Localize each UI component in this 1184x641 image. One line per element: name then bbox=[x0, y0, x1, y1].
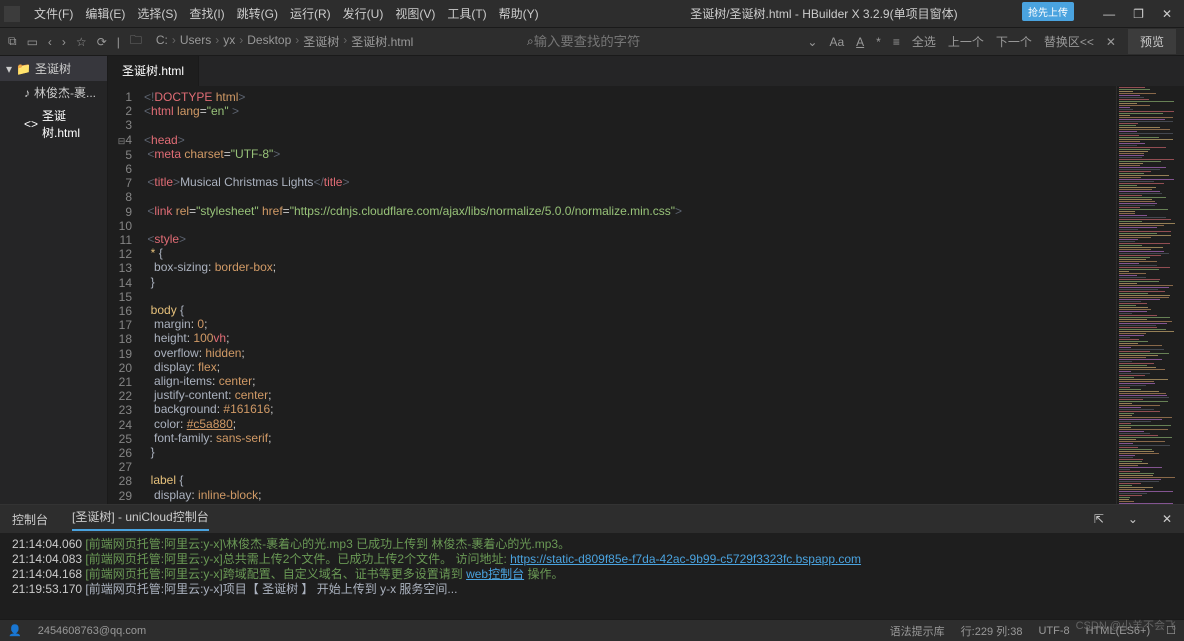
tab-file[interactable]: 圣诞树.html bbox=[108, 56, 199, 86]
menu-item[interactable]: 查找(I) bbox=[183, 7, 230, 21]
menu-item[interactable]: 跳转(G) bbox=[231, 7, 284, 21]
crumb[interactable]: C: bbox=[156, 33, 168, 50]
crumb[interactable]: 圣诞树.html bbox=[351, 33, 413, 50]
console-output[interactable]: 21:14:04.060 [前端网页托管:阿里云:y-x]\林俊杰-裹着心的光.… bbox=[0, 533, 1184, 619]
case-icon[interactable]: Aa bbox=[829, 35, 844, 49]
music-icon: ♪ bbox=[24, 86, 30, 100]
main-area: ▾ 📁 圣诞树 ♪ 林俊杰-裹... <> 圣诞树.html 圣诞树.html … bbox=[0, 56, 1184, 504]
more-icon[interactable]: ≡ bbox=[893, 35, 900, 49]
console-new-icon[interactable]: ⇱ bbox=[1094, 512, 1104, 526]
statusbar: 👤 2454608763@qq.com 语法提示库 行:229 列:38 UTF… bbox=[0, 619, 1184, 641]
expand-icon: ▾ bbox=[6, 62, 12, 76]
menu-item[interactable]: 帮助(Y) bbox=[493, 7, 545, 21]
window-title: 圣诞树/圣诞树.html - HBuilder X 3.2.9(单项目窗体) bbox=[545, 5, 1104, 22]
user-icon: 👤 bbox=[8, 624, 22, 637]
close-search-icon[interactable]: ✕ bbox=[1106, 35, 1116, 49]
console-tab-unicloud[interactable]: [圣诞树] - uniCloud控制台 bbox=[72, 508, 209, 531]
status-enc[interactable]: UTF-8 bbox=[1038, 625, 1069, 637]
tabs: 圣诞树.html bbox=[108, 56, 1184, 86]
breadcrumb[interactable]: C:›Users›yx›Desktop›圣诞树›圣诞树.html bbox=[156, 33, 413, 50]
app-logo bbox=[4, 6, 20, 22]
crumb[interactable]: yx bbox=[223, 33, 235, 50]
menu-item[interactable]: 工具(T) bbox=[441, 7, 492, 21]
preview-button[interactable]: 预览 bbox=[1128, 29, 1176, 54]
console-min-icon[interactable]: ⌄ bbox=[1128, 512, 1138, 526]
code-icon: <> bbox=[24, 117, 38, 131]
refresh-icon[interactable]: ⟳ bbox=[97, 35, 107, 49]
menu-item[interactable]: 编辑(E) bbox=[79, 7, 131, 21]
menu-item[interactable]: 选择(S) bbox=[131, 7, 183, 21]
folder-icon: 📁 bbox=[16, 62, 31, 76]
sidebar-item-label: 林俊杰-裹... bbox=[34, 84, 96, 101]
code-editor[interactable]: <!DOCTYPE html><html lang="en" > <head> … bbox=[138, 86, 1116, 504]
nav-fwd-icon[interactable]: › bbox=[62, 35, 66, 49]
status-email[interactable]: 2454608763@qq.com bbox=[38, 625, 146, 637]
menubar: 文件(F)编辑(E)选择(S)查找(I)跳转(G)运行(R)发行(U)视图(V)… bbox=[0, 0, 1184, 28]
menu-item[interactable]: 运行(R) bbox=[284, 7, 337, 21]
sidebar-item-html[interactable]: <> 圣诞树.html bbox=[0, 104, 107, 144]
console-close-icon[interactable]: ✕ bbox=[1162, 512, 1172, 526]
console-tab[interactable]: 控制台 bbox=[12, 511, 48, 528]
replace-button[interactable]: 替换区<< bbox=[1044, 33, 1094, 50]
minimap[interactable] bbox=[1116, 86, 1184, 504]
window-minimize-icon[interactable]: — bbox=[1103, 7, 1115, 21]
word-icon[interactable]: A bbox=[856, 35, 864, 49]
sidebar-root[interactable]: ▾ 📁 圣诞树 bbox=[0, 56, 107, 81]
sidebar: ▾ 📁 圣诞树 ♪ 林俊杰-裹... <> 圣诞树.html bbox=[0, 56, 108, 504]
prev-button[interactable]: 上一个 bbox=[948, 33, 984, 50]
line-gutter: 123⊟456789101112131415161718192021222324… bbox=[108, 86, 138, 504]
regex-icon[interactable]: * bbox=[876, 35, 881, 49]
crumb[interactable]: Desktop bbox=[247, 33, 291, 50]
nav-back-icon[interactable]: ‹ bbox=[48, 35, 52, 49]
new-window-icon[interactable]: ⧉ bbox=[8, 34, 17, 49]
menu-item[interactable]: 发行(U) bbox=[337, 7, 390, 21]
next-button[interactable]: 下一个 bbox=[996, 33, 1032, 50]
watermark: CSDN @小羊不会飞 bbox=[1076, 617, 1176, 633]
sidebar-item-audio[interactable]: ♪ 林俊杰-裹... bbox=[0, 81, 107, 104]
divider: | bbox=[117, 35, 120, 49]
upload-badge[interactable]: 抢先上传 bbox=[1022, 2, 1074, 21]
search-input[interactable] bbox=[534, 34, 694, 49]
menu-item[interactable]: 文件(F) bbox=[28, 7, 79, 21]
status-pos[interactable]: 行:229 列:38 bbox=[961, 623, 1023, 639]
toolbar: ⧉ ▭ ‹ › ☆ ⟳ | 🗀 C:›Users›yx›Desktop›圣诞树›… bbox=[0, 28, 1184, 56]
select-all-button[interactable]: 全选 bbox=[912, 33, 936, 50]
new-file-icon[interactable]: ▭ bbox=[27, 35, 38, 49]
window-close-icon[interactable]: ✕ bbox=[1162, 7, 1172, 21]
sidebar-item-label: 圣诞树.html bbox=[42, 107, 101, 141]
crumb[interactable]: 圣诞树 bbox=[303, 33, 339, 50]
window-maximize-icon[interactable]: ❐ bbox=[1133, 7, 1144, 21]
star-icon[interactable]: ☆ bbox=[76, 35, 87, 49]
menu-item[interactable]: 视图(V) bbox=[389, 7, 441, 21]
search-icon: ⌕ bbox=[527, 34, 534, 49]
sidebar-root-label: 圣诞树 bbox=[35, 60, 71, 77]
crumb[interactable]: Users bbox=[180, 33, 211, 50]
console-panel: 控制台 [圣诞树] - uniCloud控制台 ⇱ ⌄ ✕ 21:14:04.0… bbox=[0, 504, 1184, 619]
chevron-down-icon[interactable]: ⌄ bbox=[807, 35, 817, 49]
status-hint[interactable]: 语法提示库 bbox=[890, 623, 945, 639]
folder-icon[interactable]: 🗀 bbox=[130, 31, 142, 52]
